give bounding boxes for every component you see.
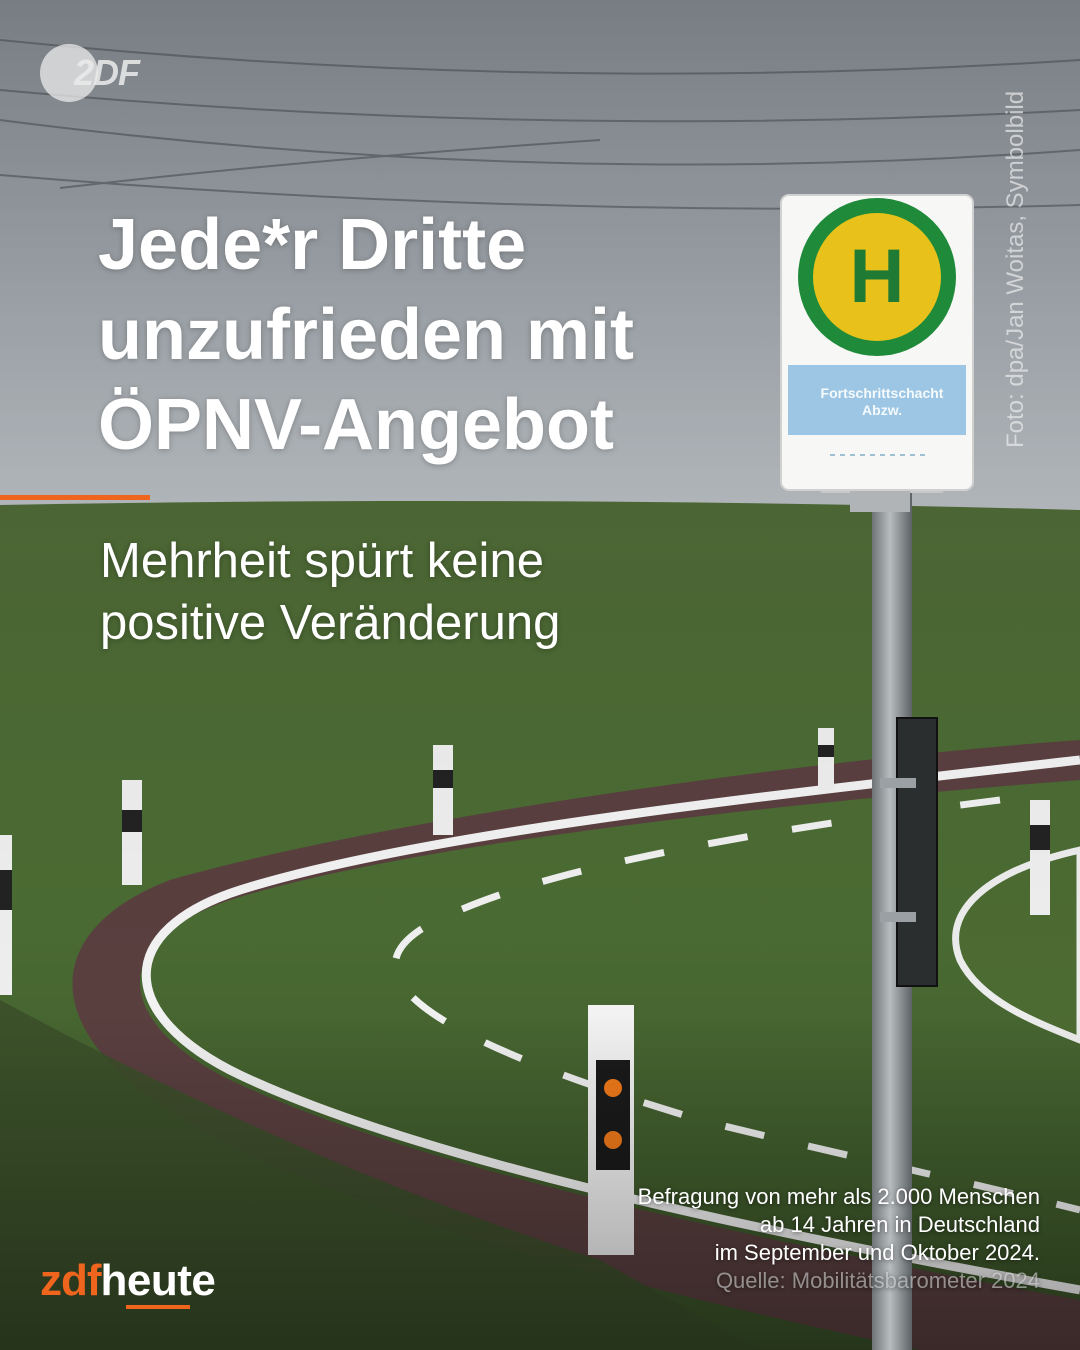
subheadline: Mehrheit spürt keine positive Veränderun… [100, 530, 560, 654]
headline-line-1: Jede*r Dritte [98, 205, 527, 285]
brand-zdf: zdf [40, 1256, 102, 1305]
bus-stop-name-line1: Fortschrittschacht [820, 385, 944, 401]
subheadline-line-1: Mehrheit spürt keine [100, 534, 544, 588]
zdf-logo-text: 2DF [74, 52, 140, 93]
zdfheute-logo: zdfheute [40, 1255, 216, 1309]
headline: Jede*r Dritte unzufrieden mit ÖPNV-Angeb… [98, 200, 778, 470]
zdf-logo: 2DF [40, 42, 152, 102]
source-line-2: ab 14 Jahren in Deutschland [759, 1212, 1040, 1237]
social-card: H Fortschrittschacht Abzw. 2DF Foto: dpa… [0, 0, 1080, 1350]
brand-underline [126, 1305, 190, 1309]
source-line-1: Befragung von mehr als 2.000 Menschen [637, 1184, 1040, 1209]
source-note: Befragung von mehr als 2.000 Menschen ab… [638, 1183, 1040, 1295]
source-line-4: Quelle: Mobilitätsbarometer 2024 [715, 1268, 1040, 1293]
bus-stop-name-line2: Abzw. [862, 402, 902, 418]
brand-heute: heute [100, 1256, 216, 1305]
photo-credit: Foto: dpa/Jan Woitas, Symbolbild [1002, 90, 1029, 448]
headline-line-2: unzufrieden mit [98, 295, 634, 375]
bus-stop-symbol: H [850, 234, 905, 319]
headline-line-3: ÖPNV-Angebot [98, 385, 614, 465]
accent-divider [0, 495, 150, 500]
bus-stop-name: Fortschrittschacht Abzw. [792, 385, 972, 419]
subheadline-line-2: positive Veränderung [100, 596, 561, 650]
source-line-3: im September und Oktober 2024. [714, 1240, 1040, 1265]
